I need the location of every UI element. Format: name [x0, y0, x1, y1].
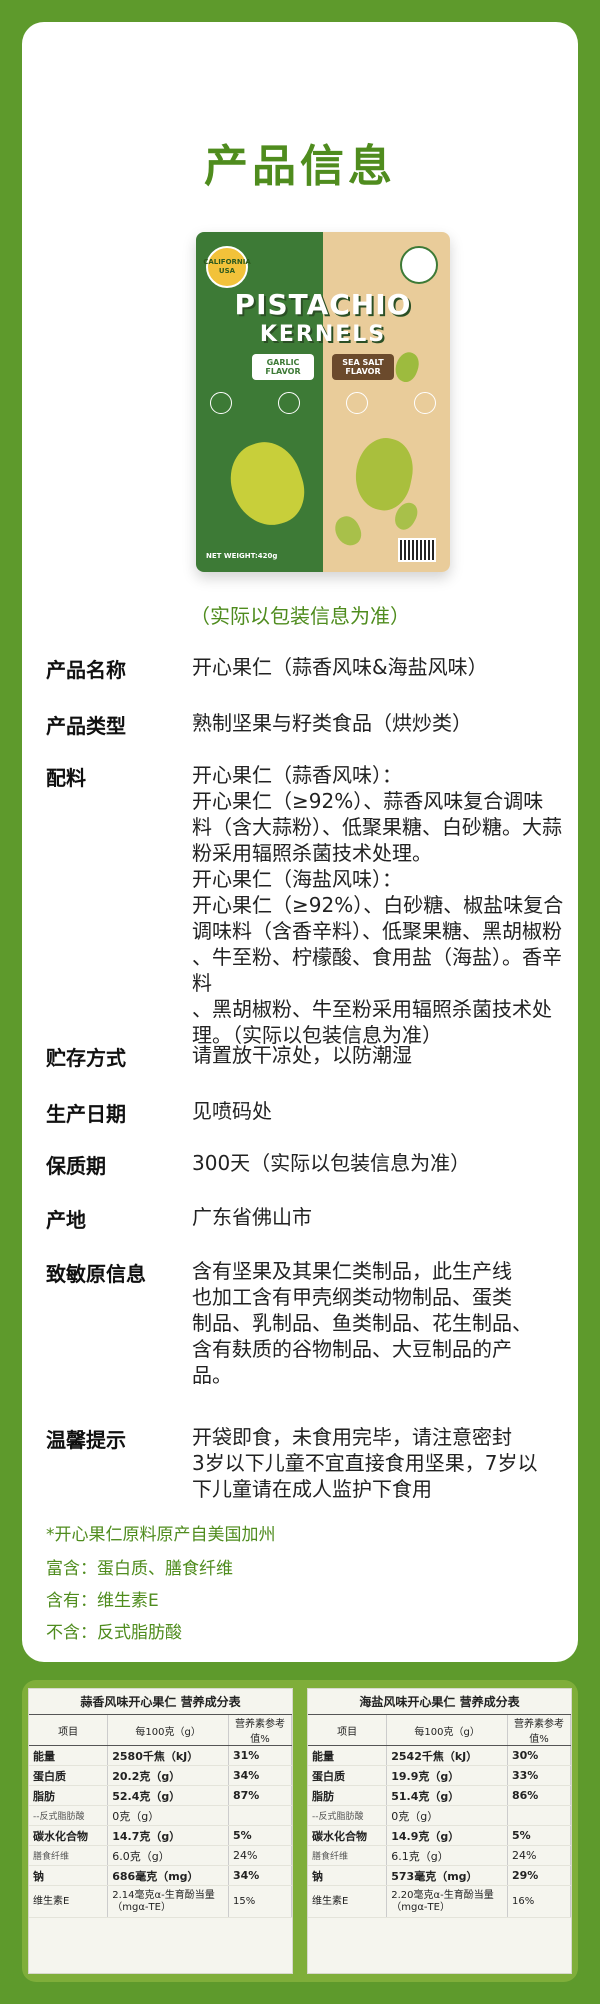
nutrition-section: 蒜香风味开心果仁 营养成分表 项目 每100克（g） 营养素参考值% 能量 258… [22, 1680, 578, 1982]
table-row: 蛋白质 19.9克（g） 33% [308, 1765, 571, 1786]
table-row: 钠 573毫克（mg） 29% [308, 1865, 571, 1886]
header-item: 项目 [29, 1715, 109, 1746]
table-row: 膳食纤维 6.1克（g） 24% [308, 1845, 571, 1866]
nutrition-title: 蒜香风味开心果仁 营养成分表 [29, 1689, 292, 1715]
type-value: 熟制坚果与籽类食品（烘炒类） [192, 711, 472, 735]
trans-fat-free-icon [414, 392, 436, 414]
package-sub-text: KERNELS [259, 322, 387, 347]
tips-label: 温馨提示 [46, 1428, 126, 1452]
table-row: 维生素E 2.14毫克α-生育酚当量（mgα-TE） 15% [29, 1885, 292, 1918]
package-brand-text: PISTACHIO [234, 288, 412, 321]
shelf-value: 300天（实际以包装信息为准） [192, 1151, 471, 1175]
package-caption: （实际以包装信息为准） [190, 604, 410, 628]
nutrition-table: 项目 每100克（g） 营养素参考值% 能量 2542千焦（kJ） 30% 蛋白质 1… [308, 1715, 571, 1918]
name-value: 开心果仁（蒜香风味&海盐风味） [192, 655, 488, 679]
date-label: 生产日期 [46, 1102, 126, 1126]
table-row: 碳水化合物 14.7克（g） 5% [29, 1825, 292, 1846]
product-package-image: CALIFORNIA USA PISTACHIO KERNELS GARLIC … [196, 232, 450, 572]
table-row: 碳水化合物 14.9克（g） 5% [308, 1825, 571, 1846]
storage-value: 请置放干凉处，以防潮湿 [192, 1043, 412, 1067]
nutrition-table-seasalt: 海盐风味开心果仁 营养成分表 项目 每100克（g） 营养素参考值% 能量 254… [307, 1688, 572, 1974]
shelf-label: 保质期 [46, 1154, 106, 1178]
table-row: 膳食纤维 6.0克（g） 24% [29, 1845, 292, 1866]
table-row: 维生素E 2.20毫克α-生育酚当量（mgα-TE） 16% [308, 1885, 571, 1918]
type-label: 产品类型 [46, 714, 126, 738]
free-of-note: 不含：反式脂肪酸 [46, 1623, 182, 1643]
package-weight: NET WEIGHT:420g [206, 552, 278, 560]
table-row: 脂肪 51.4克（g） 86% [308, 1785, 571, 1806]
ingredients-value: 开心果仁（蒜香风味）： 开心果仁（≥92%）、蒜香风味复合调味 料（含大蒜粉）、… [192, 763, 564, 1047]
table-row: 能量 2542千焦（kJ） 30% [308, 1745, 571, 1766]
barcode-icon [398, 538, 436, 562]
origin-footnote: *开心果仁原料原产自美国加州 [46, 1525, 276, 1545]
table-row: --反式脂肪酸 0克（g） [308, 1805, 571, 1826]
ingredients-label: 配料 [46, 766, 86, 790]
header-nrv: 营养素参考值% [507, 1715, 571, 1746]
nutrition-table-garlic: 蒜香风味开心果仁 营养成分表 项目 每100克（g） 营养素参考值% 能量 258… [28, 1688, 293, 1974]
flavor-garlic-tag: GARLIC FLAVOR [252, 354, 314, 380]
table-row: 脂肪 52.4克（g） 87% [29, 1785, 292, 1806]
protein-icon [346, 392, 368, 414]
page-title: 产品信息 [204, 141, 396, 192]
table-row: 钠 686毫克（mg） 34% [29, 1865, 292, 1886]
date-value: 见喷码处 [192, 1099, 272, 1123]
rich-in-note: 富含：蛋白质、膳食纤维 [46, 1559, 233, 1579]
contains-note: 含有：维生素E [46, 1591, 159, 1611]
origin-label: 产地 [46, 1208, 86, 1232]
header-nrv: 营养素参考值% [228, 1715, 292, 1746]
allergen-value: 含有坚果及其果仁类制品，此生产线 也加工含有甲壳纲类动物制品、蛋类 制品、乳制品… [192, 1259, 532, 1387]
tips-value: 开袋即食，未食用完毕，请注意密封 3岁以下儿童不宜直接食用坚果，7岁以 下儿童请… [192, 1425, 538, 1501]
fiber-icon [210, 392, 232, 414]
quality-badge-icon [400, 246, 438, 284]
table-row: 能量 2580千焦（kJ） 31% [29, 1745, 292, 1766]
storage-label: 贮存方式 [46, 1046, 126, 1070]
header-per100g: 每100克（g） [107, 1715, 229, 1746]
name-label: 产品名称 [46, 658, 126, 682]
header-item: 项目 [308, 1715, 388, 1746]
allergen-label: 致敏原信息 [46, 1262, 146, 1286]
nutrition-title: 海盐风味开心果仁 营养成分表 [308, 1689, 571, 1715]
nutrition-table: 项目 每100克（g） 营养素参考值% 能量 2580千焦（kJ） 31% 蛋白质 2… [29, 1715, 292, 1918]
origin-value: 广东省佛山市 [192, 1205, 312, 1229]
header-per100g: 每100克（g） [386, 1715, 508, 1746]
table-row: --反式脂肪酸 0克（g） [29, 1805, 292, 1826]
flavor-seasalt-tag: SEA SALT FLAVOR [332, 354, 394, 380]
table-row: 蛋白质 20.2克（g） 34% [29, 1765, 292, 1786]
california-badge-icon: CALIFORNIA USA [203, 246, 251, 288]
baked-icon [278, 392, 300, 414]
